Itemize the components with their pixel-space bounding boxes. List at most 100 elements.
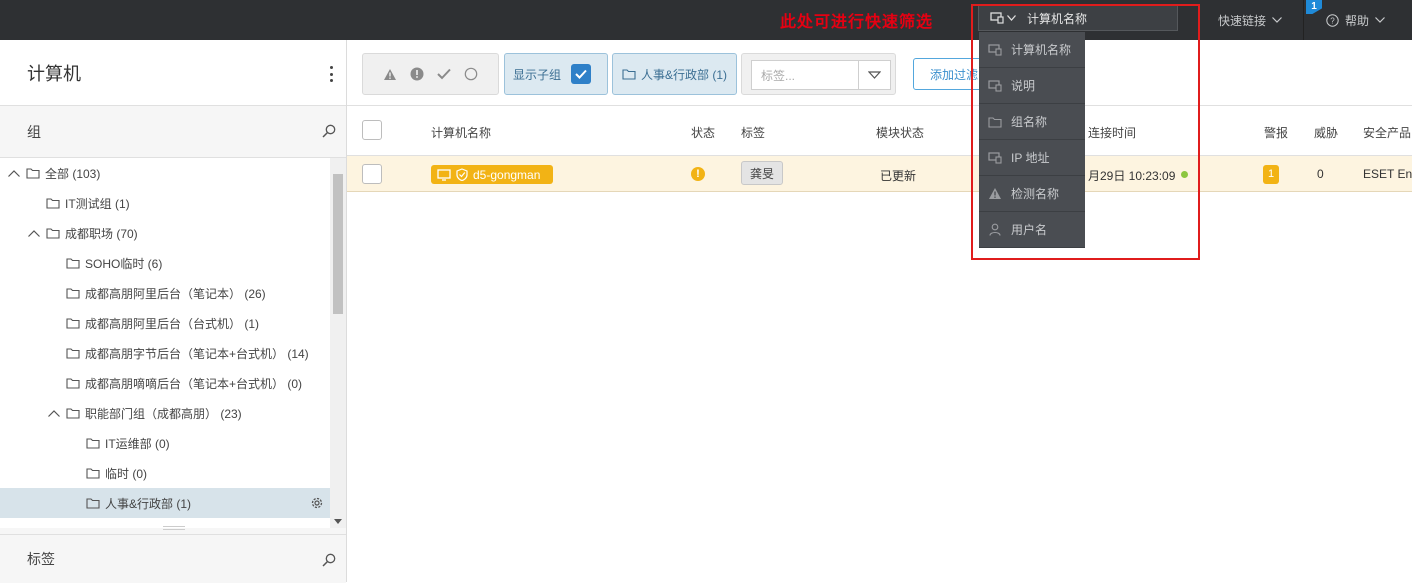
- folder-icon: [46, 197, 60, 209]
- chevron-up-icon[interactable]: [48, 409, 60, 417]
- select-all-checkbox[interactable]: [362, 120, 382, 140]
- security-product-value: ESET End: [1363, 167, 1412, 181]
- column-header-threats[interactable]: 威胁: [1314, 124, 1338, 141]
- column-header-security-product[interactable]: 安全产品: [1363, 124, 1411, 141]
- computer-name: d5-gongman: [473, 167, 541, 182]
- tree-item-label: 成都高朋阿里后台（笔记本） (26): [85, 286, 266, 301]
- tag-chip[interactable]: 龚旻: [741, 161, 783, 185]
- show-subgroups-toggle[interactable]: 显示子组: [504, 53, 608, 95]
- tree-item[interactable]: IT运维部 (0): [0, 428, 330, 458]
- splitter-handle[interactable]: [163, 526, 185, 530]
- top-bar: 此处可进行快速筛选 计算机名称 快速链接 1 ? 帮助: [0, 0, 1412, 40]
- search-icon[interactable]: [322, 553, 336, 567]
- tree-item[interactable]: 全部 (103): [0, 158, 330, 188]
- chevron-down-icon: [1375, 17, 1385, 23]
- chevron-up-icon[interactable]: [8, 169, 20, 177]
- threats-value: 0: [1317, 167, 1324, 181]
- tree-item[interactable]: 人事&行政部 (1): [0, 488, 330, 518]
- tree-item-label: 职能部门组（成都高朋） (23): [85, 406, 242, 421]
- table-header: 计算机名称 状态 标签 模块状态 连接时间 警报 威胁 安全产品: [347, 106, 1412, 156]
- folder-icon: [66, 287, 80, 299]
- annotation-text: 此处可进行快速筛选: [780, 12, 934, 31]
- alerts-count-badge[interactable]: 1: [1263, 165, 1279, 184]
- chevron-down-icon: [868, 71, 881, 79]
- tree-item[interactable]: 临时 (0): [0, 458, 330, 488]
- error-filter-icon[interactable]: [410, 67, 424, 81]
- tree-item-label: 人事&行政部 (1): [105, 496, 192, 511]
- tree-item[interactable]: 成都职场 (70): [0, 218, 330, 248]
- column-header-tags[interactable]: 标签: [741, 124, 765, 141]
- tree-item-label: 成都职场 (70): [65, 226, 138, 241]
- tree-item[interactable]: IT测试组 (1): [0, 188, 330, 218]
- row-checkbox[interactable]: [362, 164, 382, 184]
- group-filter-chip[interactable]: 人事&行政部 (1): [612, 53, 737, 95]
- status-filter-group: [362, 53, 499, 95]
- shield-check-icon: [456, 168, 468, 181]
- folder-icon: [66, 257, 80, 269]
- tags-label: 标签: [27, 551, 55, 567]
- folder-icon: [66, 347, 80, 359]
- groups-label: 组: [27, 123, 41, 140]
- folder-icon: [622, 68, 636, 80]
- search-icon[interactable]: [322, 124, 336, 138]
- tree-item-label: SOHO临时 (6): [85, 256, 163, 271]
- column-header-status[interactable]: 状态: [691, 124, 715, 141]
- filter-toolbar: 显示子组 人事&行政部 (1) 标签... 添加过滤: [347, 40, 1412, 106]
- column-header-name[interactable]: 计算机名称: [431, 124, 491, 141]
- ok-filter-icon[interactable]: [437, 68, 451, 80]
- tree-item[interactable]: 成都高朋阿里后台（笔记本） (26): [0, 278, 330, 308]
- chevron-up-icon[interactable]: [28, 229, 40, 237]
- help-menu[interactable]: ? 帮助: [1304, 0, 1412, 40]
- tree-item-label: IT运维部 (0): [105, 436, 170, 451]
- scroll-down-icon[interactable]: [334, 519, 342, 524]
- module-status-value: 已更新: [880, 169, 917, 183]
- scrollbar-thumb[interactable]: [333, 174, 343, 314]
- quick-links-menu[interactable]: 快速链接: [1206, 0, 1304, 40]
- sidebar: 计算机 组 全部 (103) IT测试组 (1) 成都职场 (70) SOHO临时 (…: [0, 40, 347, 583]
- tags-section-header: 标签: [0, 535, 346, 583]
- checkbox-checked-icon[interactable]: [571, 64, 592, 84]
- tree-item[interactable]: 成都高朋字节后台（笔记本+台式机） (14): [0, 338, 330, 368]
- tree-item-label: IT测试组 (1): [65, 196, 130, 211]
- page-title: 计算机: [27, 63, 81, 84]
- column-header-alerts[interactable]: 警报: [1264, 124, 1288, 141]
- folder-icon: [66, 317, 80, 329]
- tree-item[interactable]: 职能部门组（成都高朋） (23): [0, 398, 330, 428]
- warning-filter-icon[interactable]: [383, 68, 397, 81]
- tags-dropdown-button[interactable]: [859, 60, 891, 90]
- column-header-module-status[interactable]: 模块状态: [876, 124, 924, 141]
- tags-filter: 标签...: [741, 53, 896, 95]
- tree-item[interactable]: 成都高朋嘀嘀后台（笔记本+台式机） (0): [0, 368, 330, 398]
- show-subgroups-label: 显示子组: [513, 67, 562, 82]
- gear-icon[interactable]: [310, 496, 324, 510]
- folder-icon: [46, 227, 60, 239]
- tree-item[interactable]: SOHO临时 (6): [0, 248, 330, 278]
- help-label: 帮助: [1345, 13, 1370, 28]
- computer-name-badge[interactable]: d5-gongman: [431, 165, 553, 184]
- tags-input[interactable]: 标签...: [751, 60, 859, 90]
- unknown-filter-icon[interactable]: [464, 67, 478, 81]
- group-tree: 全部 (103) IT测试组 (1) 成都职场 (70) SOHO临时 (6) 成都高朋…: [0, 158, 330, 528]
- help-icon: ?: [1326, 13, 1339, 27]
- more-options-icon[interactable]: [326, 66, 336, 82]
- tree-scrollbar[interactable]: [330, 158, 346, 528]
- svg-text:?: ?: [1330, 16, 1335, 25]
- group-filter-label: 人事&行政部 (1): [641, 67, 728, 82]
- folder-icon: [26, 167, 40, 179]
- folder-icon: [86, 497, 100, 509]
- table-row[interactable]: d5-gongman ! 龚旻 已更新 月29日 10:23:09 1 0 ES…: [347, 156, 1412, 192]
- tree-item-label: 临时 (0): [105, 466, 148, 481]
- tree-item[interactable]: 成都高朋阿里后台（台式机） (1): [0, 308, 330, 338]
- tree-item-label: 成都高朋字节后台（笔记本+台式机） (14): [85, 346, 309, 361]
- tree-item-label: 成都高朋嘀嘀后台（笔记本+台式机） (0): [85, 376, 303, 391]
- folder-icon: [66, 407, 80, 419]
- chevron-down-icon: [1272, 17, 1282, 23]
- groups-section-header: 组: [0, 106, 346, 158]
- quick-links-label: 快速链接: [1218, 13, 1267, 28]
- folder-icon: [86, 467, 100, 479]
- tree-item-label: 成都高朋阿里后台（台式机） (1): [85, 316, 260, 331]
- sidebar-header: 计算机: [0, 40, 346, 106]
- tree-item-label: 全部 (103): [45, 166, 101, 181]
- monitor-icon: [437, 168, 451, 181]
- tags-section: 标签: [0, 534, 346, 583]
